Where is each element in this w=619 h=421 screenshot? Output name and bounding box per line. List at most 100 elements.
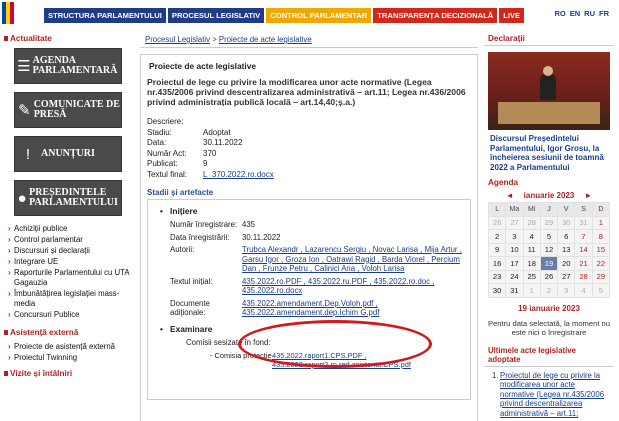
nav-item-0[interactable]: STRUCTURA PARLAMENTULUI — [44, 8, 166, 23]
calendar-day[interactable]: 2 — [539, 283, 559, 298]
calendar-day[interactable]: 27 — [557, 269, 576, 284]
initiere-links[interactable]: 435.2022.ro.PDF , 435.2022.ru.PDF , 435.… — [242, 277, 464, 296]
nav-item-4[interactable]: LIVE — [499, 8, 525, 23]
calendar-month-label: ianuarie 2023 — [523, 191, 575, 200]
calendar-day[interactable]: 4 — [522, 229, 541, 244]
calendar-day[interactable]: 22 — [591, 256, 611, 271]
tile-0[interactable]: ☰ AGENDA PARLAMENTARĂ — [14, 48, 122, 84]
calendar-day[interactable]: 3 — [557, 283, 576, 298]
field-label: Textul final: — [147, 169, 188, 179]
initiere-links[interactable]: 435.2022.amendament.Dep.Voloh.pdf , 435.… — [242, 299, 464, 318]
left-link[interactable]: Integrare UE — [8, 257, 134, 267]
agenda-title: Agenda — [488, 178, 519, 187]
calendar-day[interactable]: 28 — [522, 215, 541, 230]
news-photo[interactable] — [488, 52, 610, 130]
calendar-day[interactable]: 9 — [487, 242, 507, 257]
left-link[interactable]: Proiectul Twinning — [8, 353, 134, 363]
calendar-day[interactable]: 4 — [574, 283, 593, 298]
calendar-day[interactable]: 29 — [591, 269, 611, 284]
left-link[interactable]: Raporturile Parlamentului cu UTA Gagauzi… — [8, 268, 134, 288]
calendar-day[interactable]: 27 — [505, 215, 524, 230]
left-link[interactable]: Proiecte de asistență externă — [8, 342, 134, 352]
tile-3[interactable]: ● PREȘEDINTELE PARLAMENTULUI — [14, 180, 122, 216]
calendar-day[interactable]: 5 — [539, 229, 559, 244]
calendar-day[interactable]: 18 — [522, 256, 541, 271]
calendar-day[interactable]: 28 — [574, 269, 593, 284]
calendar-day[interactable]: 6 — [557, 229, 576, 244]
calendar-week: 26 27 28 29 30 31 1 — [487, 215, 611, 230]
left-links-external: Proiecte de asistență externăProiectul T… — [0, 342, 134, 363]
calendar-day[interactable]: 3 — [505, 229, 524, 244]
calendar-day[interactable]: 21 — [574, 256, 593, 271]
calendar-day[interactable]: 26 — [487, 215, 507, 230]
nav-item-2[interactable]: CONTROL PARLAMENTAR — [266, 8, 372, 23]
calendar-day[interactable]: 31 — [505, 283, 524, 298]
calendar-day[interactable]: 26 — [539, 269, 559, 284]
left-link[interactable]: Concursuri Publice — [8, 310, 134, 320]
left-link[interactable]: Îmbunătățirea legislației mass-media — [8, 289, 134, 309]
calendar-day[interactable]: 11 — [522, 242, 541, 257]
calendar-day[interactable]: 30 — [557, 215, 576, 230]
calendar-day[interactable]: 14 — [574, 242, 593, 257]
tile-label: COMUNICATE DE PRESĂ — [33, 99, 120, 120]
left-link[interactable]: Achiziții publice — [8, 224, 134, 234]
calendar-week: 9 10 11 12 13 14 15 — [487, 242, 611, 257]
prev-month-button[interactable]: ◄ — [506, 191, 514, 200]
calendar-day[interactable]: 17 — [505, 256, 524, 271]
pen-icon: ✎ — [18, 102, 31, 119]
initiere-value: 435 — [242, 220, 256, 229]
calendar-day[interactable]: 1 — [591, 215, 611, 230]
lang-en[interactable]: EN — [570, 9, 580, 18]
nav-item-3[interactable]: TRANSPARENȚA DECIZIONALĂ — [373, 8, 498, 23]
field-value — [203, 117, 471, 128]
calendar-day[interactable]: 23 — [487, 269, 507, 284]
calendar-day[interactable]: 12 — [539, 242, 559, 257]
moldova-flag-icon — [2, 2, 14, 24]
stages-box: Inițiere Număr înregistrare: 435 Data înre… — [147, 200, 471, 400]
calendar-day[interactable]: 7 — [574, 229, 593, 244]
calendar-day[interactable]: 5 — [591, 283, 611, 298]
calendar-day[interactable]: 20 — [557, 256, 576, 271]
tile-2[interactable]: ! ANUNȚURI — [14, 136, 122, 172]
lang-fr[interactable]: FR — [599, 9, 609, 18]
page-title: Proiecte de acte legislative — [149, 61, 257, 71]
field-label: Număr Act: — [147, 148, 187, 158]
right-sidebar: Declarații Discursul Președintelui Parla… — [484, 34, 614, 418]
calendar-day[interactable]: 13 — [557, 242, 576, 257]
left-link[interactable]: Discursuri și declarații — [8, 246, 134, 256]
initiere-links[interactable]: Trubca Alexandr , Lazarencu Sergiu , Nov… — [242, 245, 464, 274]
news-link[interactable]: Discursul Președintelui Parlamentului, I… — [484, 130, 614, 176]
final-text-link[interactable]: L_370.2022.ro.docx — [203, 170, 471, 181]
nav-item-1[interactable]: PROCESUL LEGISLATIV — [167, 8, 265, 23]
calendar-day[interactable]: 1 — [522, 283, 541, 298]
lang-ro[interactable]: RO — [554, 9, 565, 18]
breadcrumb-link-proiecte[interactable]: Proiecte de acte legislative — [219, 35, 312, 44]
latest-act-link[interactable]: 1. Proiectul de lege cu privire la modifi… — [492, 370, 610, 419]
tile-label: PREȘEDINTELE PARLAMENTULUI — [29, 187, 118, 208]
section-title-actualitate: Actualitate — [0, 34, 134, 43]
tile-1[interactable]: ✎ COMUNICATE DE PRESĂ — [14, 92, 122, 128]
next-month-button[interactable]: ► — [584, 191, 592, 200]
main-nav: STRUCTURA PARLAMENTULUI PROCESUL LEGISLAT… — [44, 8, 526, 23]
calendar-day[interactable]: 31 — [574, 215, 593, 230]
field-label: Descriere: — [147, 117, 184, 126]
calendar-dow: S — [574, 202, 593, 217]
lang-ru[interactable]: RU — [584, 9, 595, 18]
project-fields: Descriere: Stadiu: Adoptat Data: 30.11.2022 N… — [147, 117, 471, 180]
calendar-day[interactable]: 25 — [522, 269, 541, 284]
speaker-figure — [540, 74, 556, 100]
calendar-day[interactable]: 8 — [591, 229, 611, 244]
calendar-day[interactable]: 30 — [487, 283, 507, 298]
breadcrumb-link-procesul[interactable]: Procesul Legislativ — [145, 35, 210, 44]
stage-initiere: Inițiere — [160, 206, 464, 216]
latest-act-number: 1. — [492, 370, 499, 380]
calendar-day[interactable]: 19 — [539, 256, 559, 271]
left-link[interactable]: Control parlamentar — [8, 235, 134, 245]
calendar-day[interactable]: 29 — [539, 215, 559, 230]
calendar-day[interactable]: 16 — [487, 256, 507, 271]
calendar-day[interactable]: 10 — [505, 242, 524, 257]
calendar-week: 16 17 18 19 20 21 22 — [487, 256, 611, 271]
calendar-day[interactable]: 2 — [487, 229, 507, 244]
calendar-day[interactable]: 24 — [505, 269, 524, 284]
calendar-day[interactable]: 15 — [591, 242, 611, 257]
